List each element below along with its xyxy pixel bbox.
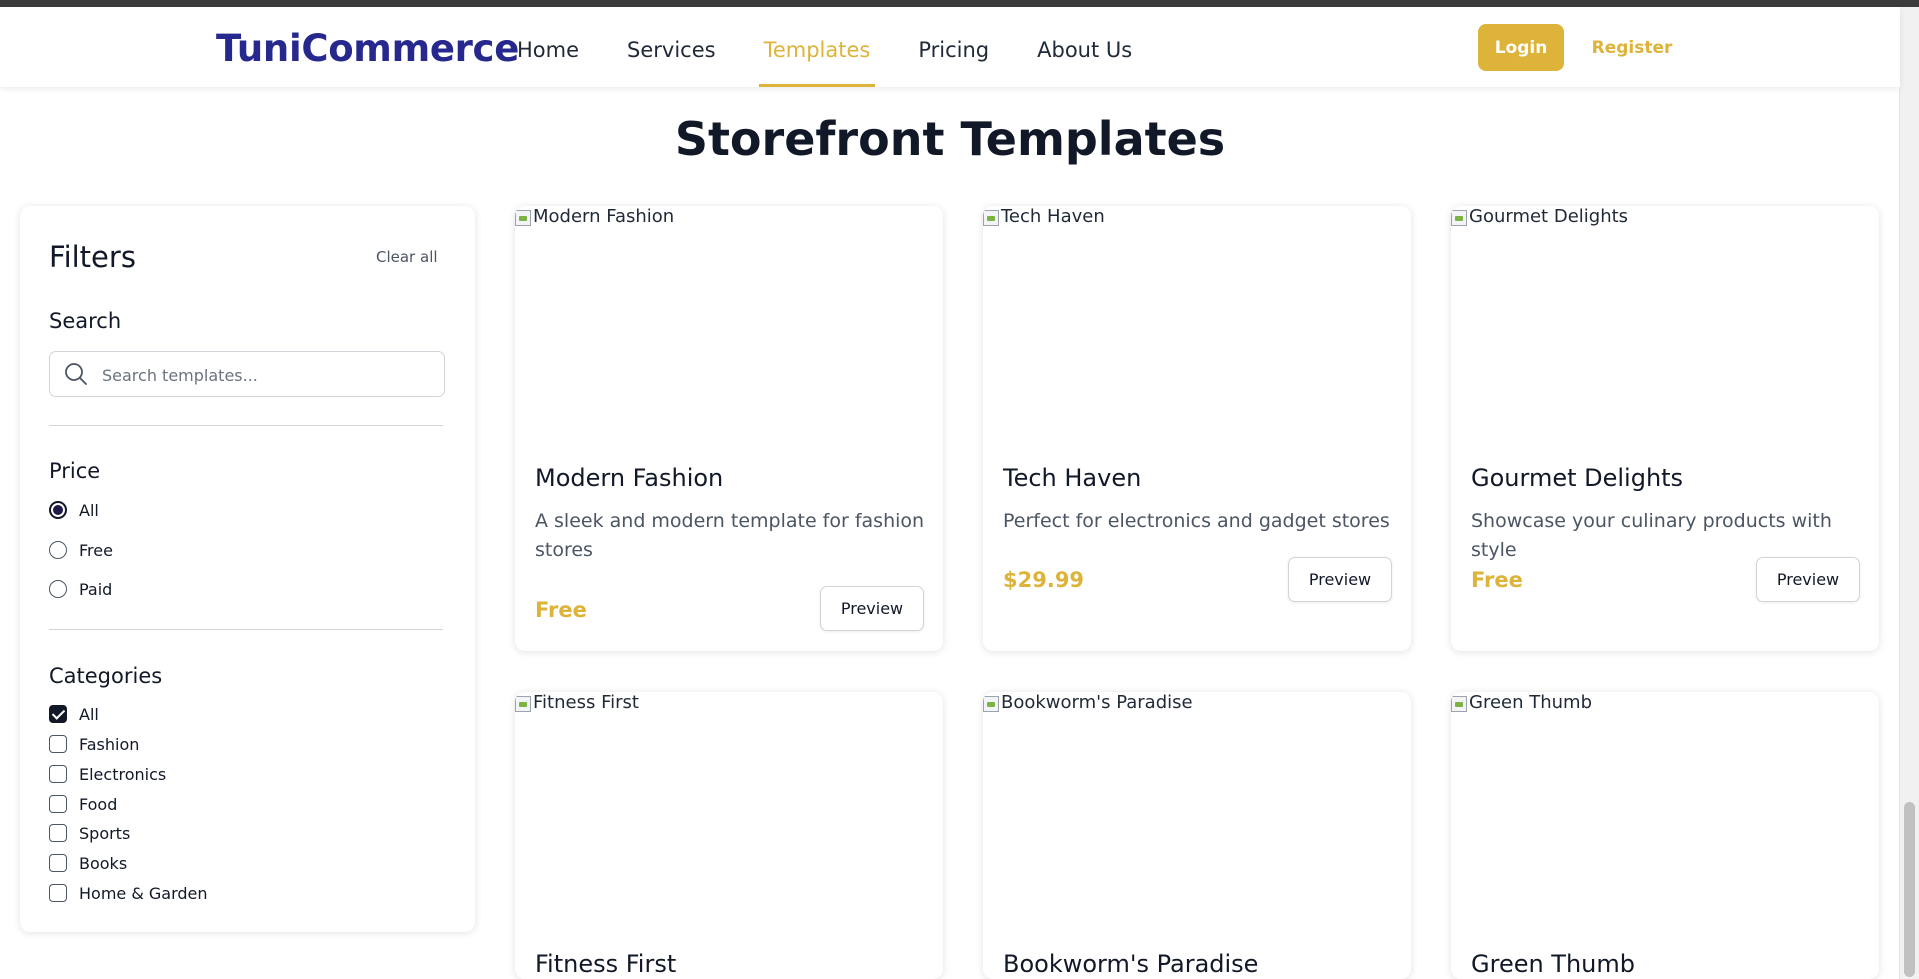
window-top-strip: [0, 0, 1919, 7]
search-label: Search: [49, 309, 122, 333]
filters-divider: [49, 425, 443, 426]
filters-divider: [49, 629, 443, 630]
broken-image-icon: [1451, 696, 1467, 712]
template-price: $29.99: [1003, 568, 1085, 592]
template-image: Green Thumb: [1451, 692, 1592, 713]
template-name: Green Thumb: [1471, 950, 1636, 978]
clear-all-button[interactable]: Clear all: [376, 248, 438, 266]
category-option-label: Electronics: [79, 764, 167, 784]
template-image-alt: Modern Fashion: [533, 206, 675, 227]
nav-about-us[interactable]: About Us: [1032, 7, 1137, 87]
category-option-label: Fashion: [79, 734, 140, 754]
category-option-label: Sports: [79, 823, 131, 843]
nav-templates[interactable]: Templates: [758, 7, 876, 87]
checkbox[interactable]: [49, 735, 67, 753]
template-image-alt: Bookworm's Paradise: [1001, 692, 1193, 713]
site-logo[interactable]: TuniCommerce: [216, 27, 519, 70]
checkbox[interactable]: [49, 884, 67, 902]
template-card: Bookworm's Paradise Bookworm's Paradise: [983, 692, 1411, 979]
site-header: TuniCommerce Home Services Templates Pri…: [0, 7, 1900, 87]
page-title: Storefront Templates: [674, 112, 1226, 166]
register-button[interactable]: Register: [1592, 24, 1673, 71]
checkbox[interactable]: [49, 795, 67, 813]
broken-image-icon: [515, 210, 531, 226]
broken-image-icon: [983, 210, 999, 226]
category-option-label: All: [79, 704, 99, 724]
scrollbar-thumb[interactable]: [1904, 802, 1915, 977]
nav-home[interactable]: Home: [512, 7, 584, 87]
template-name: Tech Haven: [1003, 464, 1142, 492]
checkbox[interactable]: [49, 705, 67, 723]
category-option-fashion[interactable]: Fashion: [49, 733, 139, 755]
category-option-all[interactable]: All: [49, 703, 99, 725]
broken-image-icon: [983, 696, 999, 712]
radio-button[interactable]: [49, 580, 67, 598]
price-option-all[interactable]: All: [49, 499, 99, 521]
categories-label: Categories: [49, 664, 163, 688]
preview-button[interactable]: Preview: [1288, 557, 1392, 602]
template-name: Fitness First: [535, 950, 677, 978]
template-image: Gourmet Delights: [1451, 206, 1628, 227]
template-price: Free: [535, 598, 587, 622]
radio-button[interactable]: [49, 541, 67, 559]
template-image: Modern Fashion: [515, 206, 674, 227]
template-price: Free: [1471, 568, 1523, 592]
category-option-food[interactable]: Food: [49, 793, 117, 815]
template-image-alt: Gourmet Delights: [1469, 206, 1629, 227]
nav-pricing[interactable]: Pricing: [913, 7, 994, 87]
preview-button[interactable]: Preview: [1756, 557, 1860, 602]
broken-image-icon: [1451, 210, 1467, 226]
checkbox[interactable]: [49, 824, 67, 842]
price-option-free[interactable]: Free: [49, 539, 113, 561]
template-description: Perfect for electronics and gadget store…: [1003, 510, 1390, 532]
price-option-label: All: [79, 500, 99, 520]
template-card: Modern Fashion Modern Fashion A sleek an…: [515, 206, 943, 651]
search-field[interactable]: [49, 351, 445, 397]
template-card: Fitness First Fitness First: [515, 692, 943, 979]
category-option-label: Books: [79, 853, 128, 873]
template-image: Bookworm's Paradise: [983, 692, 1193, 713]
filters-panel: Filters Clear all Search Price All Free …: [20, 206, 475, 932]
broken-image-icon: [515, 696, 531, 712]
radio-button[interactable]: [49, 501, 67, 519]
category-option-home-garden[interactable]: Home & Garden: [49, 882, 208, 904]
checkbox[interactable]: [49, 854, 67, 872]
search-icon: [65, 363, 87, 385]
price-label: Price: [49, 459, 101, 483]
price-option-paid[interactable]: Paid: [49, 578, 112, 600]
template-card: Tech Haven Tech Haven Perfect for electr…: [983, 206, 1411, 651]
template-image: Fitness First: [515, 692, 639, 713]
search-input[interactable]: [100, 360, 434, 390]
filters-title: Filters: [49, 240, 136, 274]
template-image-alt: Green Thumb: [1469, 692, 1593, 713]
preview-button[interactable]: Preview: [820, 586, 924, 631]
template-image-alt: Tech Haven: [1001, 206, 1105, 227]
category-option-electronics[interactable]: Electronics: [49, 763, 166, 785]
template-card: Gourmet Delights Gourmet Delights Showca…: [1451, 206, 1879, 651]
template-name: Gourmet Delights: [1471, 464, 1684, 492]
price-option-label: Paid: [79, 579, 113, 599]
main-nav: Home Services Templates Pricing About Us: [512, 7, 1175, 87]
template-name: Bookworm's Paradise: [1003, 950, 1259, 978]
checkbox[interactable]: [49, 765, 67, 783]
template-card: Green Thumb Green Thumb: [1451, 692, 1879, 979]
page-scrollbar[interactable]: [1899, 7, 1919, 979]
category-option-books[interactable]: Books: [49, 852, 127, 874]
template-image-alt: Fitness First: [533, 692, 639, 713]
price-option-label: Free: [79, 540, 113, 560]
category-option-label: Food: [79, 794, 118, 814]
category-option-label: Home & Garden: [79, 883, 208, 903]
template-image: Tech Haven: [983, 206, 1105, 227]
template-description: A sleek and modern template for fashion …: [535, 510, 925, 561]
category-option-sports[interactable]: Sports: [49, 822, 130, 844]
nav-services[interactable]: Services: [622, 7, 721, 87]
login-button[interactable]: Login: [1478, 24, 1564, 71]
template-name: Modern Fashion: [535, 464, 724, 492]
